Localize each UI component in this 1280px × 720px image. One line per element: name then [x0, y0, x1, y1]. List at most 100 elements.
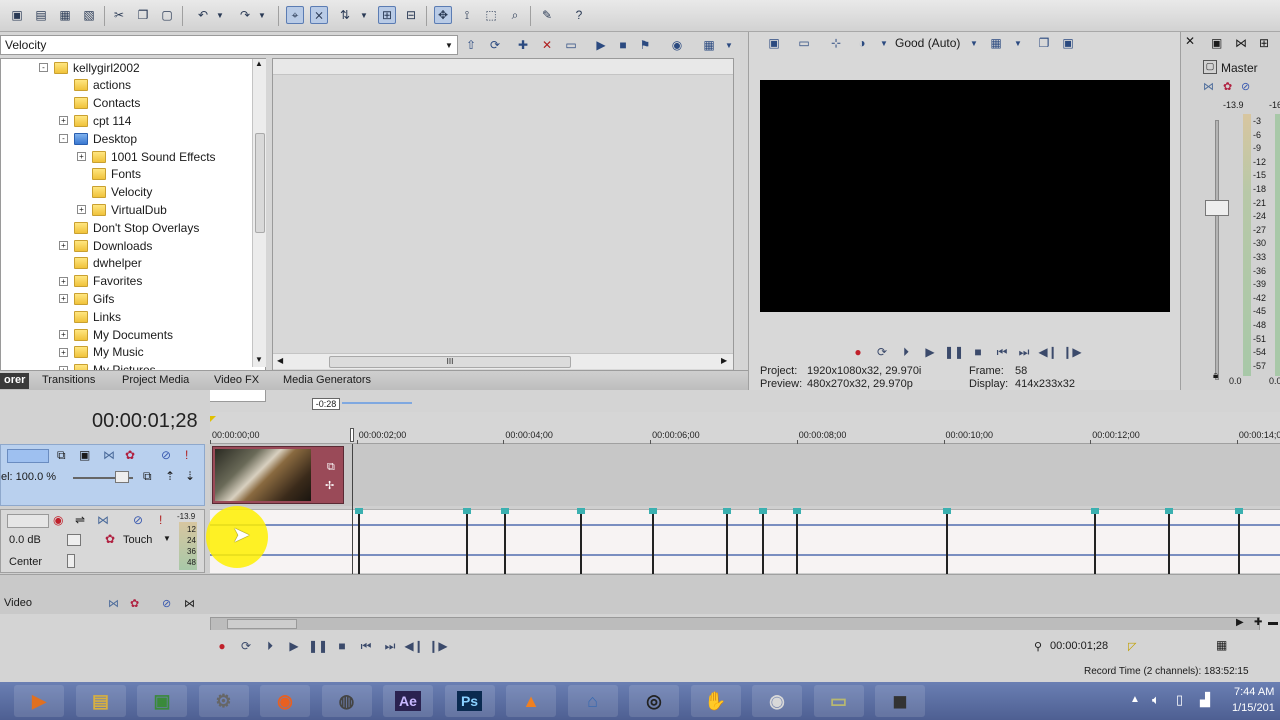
pause-icon[interactable]: ❚❚	[308, 638, 328, 654]
tree-item[interactable]: + VirtualDub	[77, 201, 167, 218]
save-icon[interactable]: ▦	[56, 6, 74, 24]
tab-explorer[interactable]: orer	[0, 373, 30, 389]
track-name-field[interactable]	[7, 449, 49, 463]
audio-track-header[interactable]: ◉ ⇌ ⋈ ⊘ ! -13.9 12 24 36 48 0.0 dB ✿ Touch …	[0, 509, 205, 573]
delete-icon[interactable]: ✕	[538, 36, 556, 54]
collapse-icon[interactable]: -	[59, 134, 68, 144]
timeline-ruler[interactable]: 00:00:00;00 00:00:02;00 00:00:04;00 00:00:0…	[210, 412, 1280, 444]
undo-icon[interactable]: ↶	[194, 6, 212, 24]
show-hidden-icons-icon[interactable]: ▲	[1130, 694, 1140, 705]
master-fx-icon[interactable]: ✿	[1223, 80, 1232, 93]
tree-item[interactable]: + Favorites	[59, 273, 142, 290]
chevron-down-icon[interactable]: ▼	[965, 34, 983, 52]
folder-icon[interactable]: ▤	[75, 685, 126, 717]
media-icon[interactable]: ▶	[14, 685, 64, 717]
expand-down-icon[interactable]: ⇣	[185, 469, 195, 483]
expand-icon[interactable]: +	[59, 116, 68, 126]
tree-item[interactable]: + My Music	[59, 344, 144, 361]
volume-icon[interactable]: 🔈︎	[1152, 692, 1160, 708]
chevron-down-icon[interactable]: ▼	[442, 35, 456, 55]
timeline-tracks[interactable]: ⧉ ✢	[210, 444, 1280, 574]
search-icon[interactable]: ◉	[668, 36, 686, 54]
previous-frame-icon[interactable]: ◀❙	[1038, 344, 1057, 360]
fade-handle[interactable]	[501, 508, 509, 514]
next-frame-icon[interactable]: ❙▶	[428, 638, 447, 654]
tree-item[interactable]: actions	[59, 77, 131, 94]
expand-icon[interactable]: ⋈	[184, 597, 195, 610]
chevron-down-icon[interactable]: ▼	[875, 34, 893, 52]
scroll-right-icon[interactable]: ▶	[721, 356, 727, 365]
scroll-up-icon[interactable]: ▲	[255, 59, 263, 68]
settings-icon[interactable]: ⚙	[198, 685, 249, 717]
render-icon[interactable]: ✎	[538, 6, 556, 24]
dim-icon[interactable]: ⊞	[1259, 36, 1269, 50]
after-effects-icon[interactable]: Ae	[383, 685, 433, 717]
fade-handle[interactable]	[355, 508, 363, 514]
pan-slider-handle[interactable]	[67, 554, 75, 568]
audio-event-split[interactable]	[726, 510, 728, 574]
tree-item[interactable]: Contacts	[59, 95, 140, 112]
favorites-icon[interactable]: ▭	[562, 36, 580, 54]
lock-icon[interactable]: 🔒︎	[1213, 370, 1218, 381]
previous-frame-icon[interactable]: ◀❙	[404, 638, 423, 654]
redo-icon[interactable]: ↷	[236, 6, 254, 24]
event-pan-crop-icon[interactable]: ⧉	[327, 461, 335, 474]
tab-media-generators[interactable]: Media Generators	[283, 373, 371, 389]
tree-item[interactable]: + My Documents	[59, 326, 173, 343]
audio-event-split[interactable]	[580, 510, 582, 574]
audio-event-split[interactable]	[504, 510, 506, 574]
tree-item[interactable]: dwhelper	[59, 255, 142, 272]
mute-icon[interactable]: ⊘	[161, 448, 171, 462]
split-screen-icon[interactable]: ⊹	[827, 34, 845, 52]
audio-event-split[interactable]	[466, 510, 468, 574]
scroll-right-icon[interactable]: ▶	[1236, 617, 1244, 628]
tree-item[interactable]: Links	[59, 308, 121, 325]
tree-item[interactable]: + Gifs	[59, 290, 114, 307]
collapse-icon[interactable]: -	[39, 63, 48, 72]
composite-mode-icon[interactable]: ▣	[79, 448, 90, 462]
play-icon[interactable]: ▶	[922, 344, 938, 360]
ripple-dropdown-icon[interactable]: ▼	[358, 6, 370, 24]
playhead-handle[interactable]	[350, 428, 354, 442]
lock-envelopes-icon[interactable]: ⊞	[378, 6, 396, 24]
mute-icon[interactable]: ⊘	[133, 513, 143, 527]
solo-icon[interactable]: !	[159, 513, 162, 527]
timeline-scroll-thumb[interactable]	[227, 619, 297, 629]
arm-record-icon[interactable]: ◉	[53, 513, 63, 527]
clock-time[interactable]: 7:44 AM	[1234, 686, 1274, 698]
audio-event-split[interactable]	[1238, 510, 1240, 574]
folder-up-icon[interactable]: ⇧	[462, 36, 480, 54]
snapping-icon[interactable]: ⌖	[286, 6, 304, 24]
scroll-down-icon[interactable]: ▼	[255, 355, 263, 364]
fade-handle[interactable]	[723, 508, 731, 514]
overlays-icon[interactable]: ▦	[987, 34, 1005, 52]
gear-icon[interactable]: ✿	[125, 448, 135, 462]
mute-icon[interactable]: ⊘	[1241, 80, 1250, 93]
ripple-edit-icon[interactable]: ⇅	[336, 6, 354, 24]
go-to-end-icon[interactable]: ⏭	[1016, 344, 1032, 360]
external-monitor-icon[interactable]: ▭	[795, 34, 813, 52]
stop-icon[interactable]: ■	[334, 638, 350, 654]
tree-item[interactable]: - Desktop	[59, 130, 137, 147]
expand-icon[interactable]: +	[59, 241, 68, 250]
fade-handle[interactable]	[943, 508, 951, 514]
solo-icon[interactable]: !	[185, 448, 188, 462]
expand-icon[interactable]: +	[59, 294, 68, 304]
master-fader-handle[interactable]	[1205, 200, 1229, 216]
redo-dropdown-icon[interactable]: ▼	[256, 6, 268, 24]
expand-icon[interactable]: +	[59, 276, 68, 286]
master-properties-icon[interactable]: ▢	[1203, 60, 1217, 74]
network-icon[interactable]: ⌂	[567, 685, 618, 717]
loop-icon[interactable]: ⟳	[238, 638, 254, 654]
tab-video-fx[interactable]: Video FX	[214, 373, 259, 389]
audio-event-split[interactable]	[946, 510, 948, 574]
open-icon[interactable]: ▤	[32, 6, 50, 24]
bus-properties-icon[interactable]: ▣	[1211, 36, 1222, 50]
go-to-start-icon[interactable]: ⏮	[358, 638, 374, 654]
volume-slider-handle[interactable]	[67, 534, 81, 546]
audio-event-split[interactable]	[652, 510, 654, 574]
file-list-pane[interactable]: ◀ III ▶	[272, 58, 734, 376]
close-icon[interactable]: ✕	[1185, 34, 1195, 48]
battery-icon[interactable]: ▯	[1176, 692, 1183, 708]
copy-snapshot-icon[interactable]: ❐	[1035, 34, 1053, 52]
